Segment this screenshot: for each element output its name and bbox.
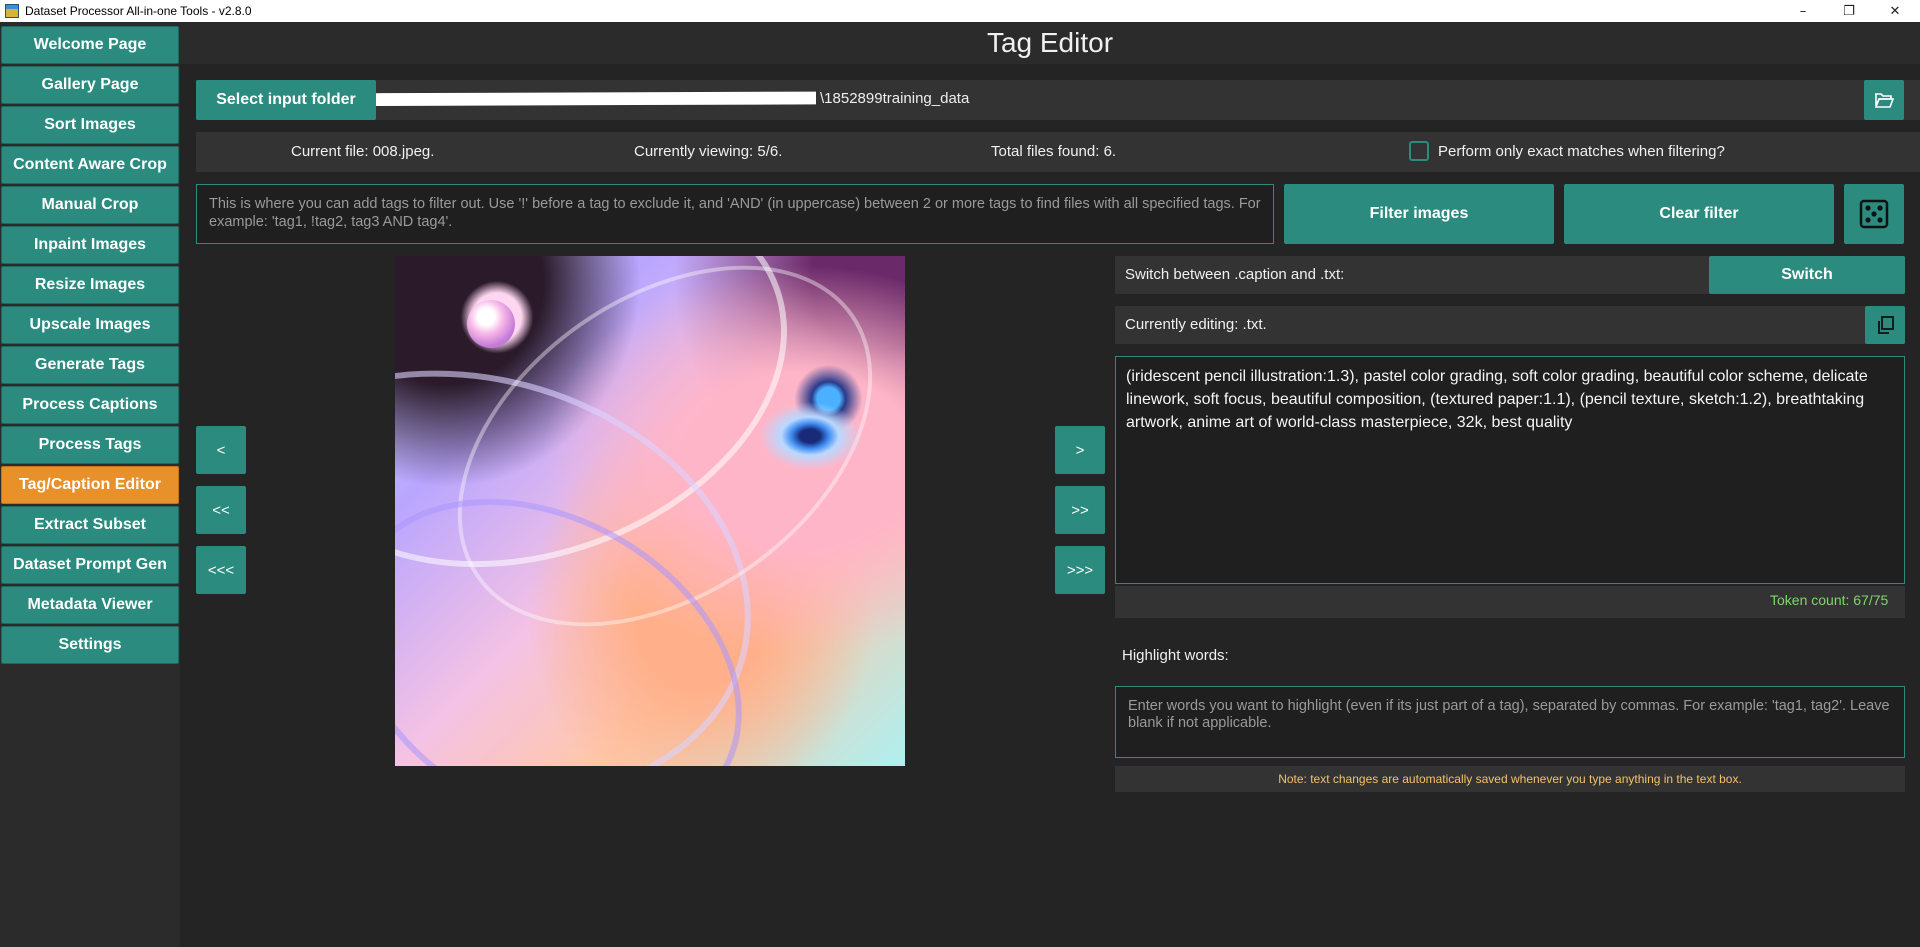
- sidebar-item-inpaint-images[interactable]: Inpaint Images: [1, 226, 179, 264]
- sidebar-item-generate-tags[interactable]: Generate Tags: [1, 346, 179, 384]
- sidebar-item-resize-images[interactable]: Resize Images: [1, 266, 179, 304]
- next-image-button[interactable]: >: [1055, 426, 1105, 474]
- title-bar: Dataset Processor All-in-one Tools - v2.…: [0, 0, 1920, 22]
- image-eye: [750, 396, 870, 476]
- total-files-label: Total files found: 6.: [991, 143, 1117, 160]
- switch-label: Switch between .caption and .txt:: [1125, 266, 1345, 283]
- sidebar-item-upscale-images[interactable]: Upscale Images: [1, 306, 179, 344]
- prev-more-button[interactable]: <<: [196, 486, 246, 534]
- highlight-words-label: Highlight words:: [1122, 647, 1229, 664]
- random-image-button[interactable]: [1844, 184, 1904, 244]
- sidebar-item-dataset-prompt-gen[interactable]: Dataset Prompt Gen: [1, 546, 179, 584]
- sidebar-item-gallery-page[interactable]: Gallery Page: [1, 66, 179, 104]
- sidebar-item-process-tags[interactable]: Process Tags: [1, 426, 179, 464]
- filter-input[interactable]: This is where you can add tags to filter…: [196, 184, 1274, 244]
- sidebar-item-extract-subset[interactable]: Extract Subset: [1, 506, 179, 544]
- app-icon: [5, 4, 19, 18]
- dice-icon: [1859, 199, 1889, 229]
- sidebar-item-content-aware-crop[interactable]: Content Aware Crop: [1, 146, 179, 184]
- maximize-button[interactable]: ❐: [1826, 0, 1872, 22]
- clear-filter-button[interactable]: Clear filter: [1564, 184, 1834, 244]
- sidebar-item-tag-caption-editor[interactable]: Tag/Caption Editor: [1, 466, 179, 504]
- sidebar-item-process-captions[interactable]: Process Captions: [1, 386, 179, 424]
- prev-most-button[interactable]: <<<: [196, 546, 246, 594]
- next-most-button[interactable]: >>>: [1055, 546, 1105, 594]
- sidebar-item-welcome-page[interactable]: Welcome Page: [1, 26, 179, 64]
- main-content: Tag Editor Select input folder \1852899t…: [180, 22, 1920, 947]
- sidebar-item-metadata-viewer[interactable]: Metadata Viewer: [1, 586, 179, 624]
- minimize-button[interactable]: –: [1780, 0, 1826, 22]
- window-title: Dataset Processor All-in-one Tools - v2.…: [25, 4, 252, 18]
- sidebar-item-sort-images[interactable]: Sort Images: [1, 106, 179, 144]
- exact-match-checkbox[interactable]: [1409, 141, 1429, 161]
- highlight-words-input[interactable]: Enter words you want to highlight (even …: [1115, 686, 1905, 758]
- currently-editing-label: Currently editing: .txt.: [1125, 316, 1267, 333]
- browse-folder-button[interactable]: [1864, 80, 1904, 120]
- caption-text-editor[interactable]: (iridescent pencil illustration:1.3), pa…: [1115, 356, 1905, 584]
- close-button[interactable]: ✕: [1872, 0, 1918, 22]
- prev-image-button[interactable]: <: [196, 426, 246, 474]
- copy-button[interactable]: [1865, 306, 1905, 344]
- exact-match-label: Perform only exact matches when filterin…: [1438, 143, 1725, 160]
- sidebar-item-manual-crop[interactable]: Manual Crop: [1, 186, 179, 224]
- current-file-label: Current file: 008.jpeg.: [291, 143, 435, 160]
- folder-open-icon: [1874, 93, 1894, 108]
- token-count: Token count: 67/75: [1770, 592, 1889, 608]
- page-title: Tag Editor: [180, 22, 1920, 64]
- folder-path[interactable]: \1852899training_data: [820, 90, 969, 107]
- highlight-row: [1115, 638, 1905, 674]
- sidebar: Welcome Page Gallery Page Sort Images Co…: [0, 22, 180, 947]
- sidebar-item-settings[interactable]: Settings: [1, 626, 179, 664]
- image-gem: [467, 300, 515, 348]
- filter-images-button[interactable]: Filter images: [1284, 184, 1554, 244]
- copy-icon: [1878, 316, 1894, 334]
- select-input-folder-button[interactable]: Select input folder: [196, 80, 376, 120]
- image-preview: [395, 256, 905, 766]
- autosave-note: Note: text changes are automatically sav…: [1278, 772, 1742, 786]
- next-more-button[interactable]: >>: [1055, 486, 1105, 534]
- currently-viewing-label: Currently viewing: 5/6.: [634, 143, 783, 160]
- switch-extension-button[interactable]: Switch: [1709, 256, 1905, 294]
